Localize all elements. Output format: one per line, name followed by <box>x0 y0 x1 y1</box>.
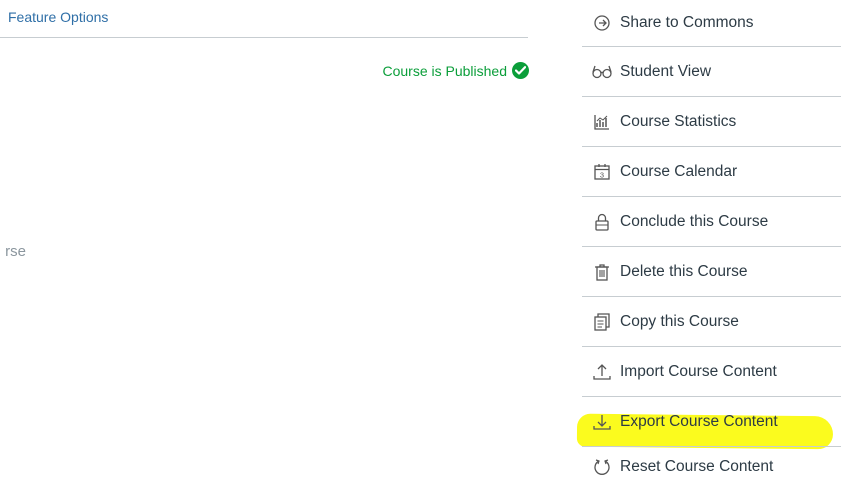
check-circle-icon <box>512 62 529 79</box>
download-icon <box>592 412 612 432</box>
publish-status: Course is Published <box>382 62 529 79</box>
trash-icon <box>592 262 612 282</box>
student-view-button[interactable]: Student View <box>582 47 841 97</box>
course-actions-menu: Share to Commons Student View Course Sta… <box>582 0 841 487</box>
delete-course-button[interactable]: Delete this Course <box>582 247 841 297</box>
reset-course-content-button[interactable]: Reset Course Content <box>582 447 841 487</box>
feature-options-link[interactable]: Feature Options <box>8 9 108 25</box>
lock-icon <box>592 212 612 232</box>
menu-item-label: Course Calendar <box>620 162 738 180</box>
copy-course-button[interactable]: Copy this Course <box>582 297 841 347</box>
menu-item-label: Export Course Content <box>620 412 778 430</box>
menu-item-label: Course Statistics <box>620 112 737 130</box>
menu-item-label: Import Course Content <box>620 362 777 380</box>
reset-icon <box>592 457 612 477</box>
course-statistics-button[interactable]: Course Statistics <box>582 97 841 147</box>
import-course-content-button[interactable]: Import Course Content <box>582 347 841 397</box>
course-calendar-button[interactable]: 3 Course Calendar <box>582 147 841 197</box>
share-to-commons-button[interactable]: Share to Commons <box>582 0 841 47</box>
conclude-course-button[interactable]: Conclude this Course <box>582 197 841 247</box>
menu-item-label: Share to Commons <box>620 14 754 31</box>
published-text: Course is Published <box>382 62 507 79</box>
svg-text:3: 3 <box>600 170 604 179</box>
menu-item-label: Reset Course Content <box>620 458 774 475</box>
copy-icon <box>592 312 612 332</box>
menu-item-label: Student View <box>620 62 712 80</box>
menu-item-label: Copy this Course <box>620 312 739 330</box>
export-course-content-button[interactable]: Export Course Content <box>582 397 841 447</box>
glasses-icon <box>592 62 612 82</box>
share-commons-icon <box>592 13 612 33</box>
menu-item-label: Delete this Course <box>620 262 748 280</box>
menu-item-label: Conclude this Course <box>620 212 769 230</box>
truncated-text: rse <box>5 243 26 260</box>
divider <box>0 37 528 38</box>
calendar-icon: 3 <box>592 162 612 182</box>
statistics-icon <box>592 112 612 132</box>
upload-icon <box>592 362 612 382</box>
